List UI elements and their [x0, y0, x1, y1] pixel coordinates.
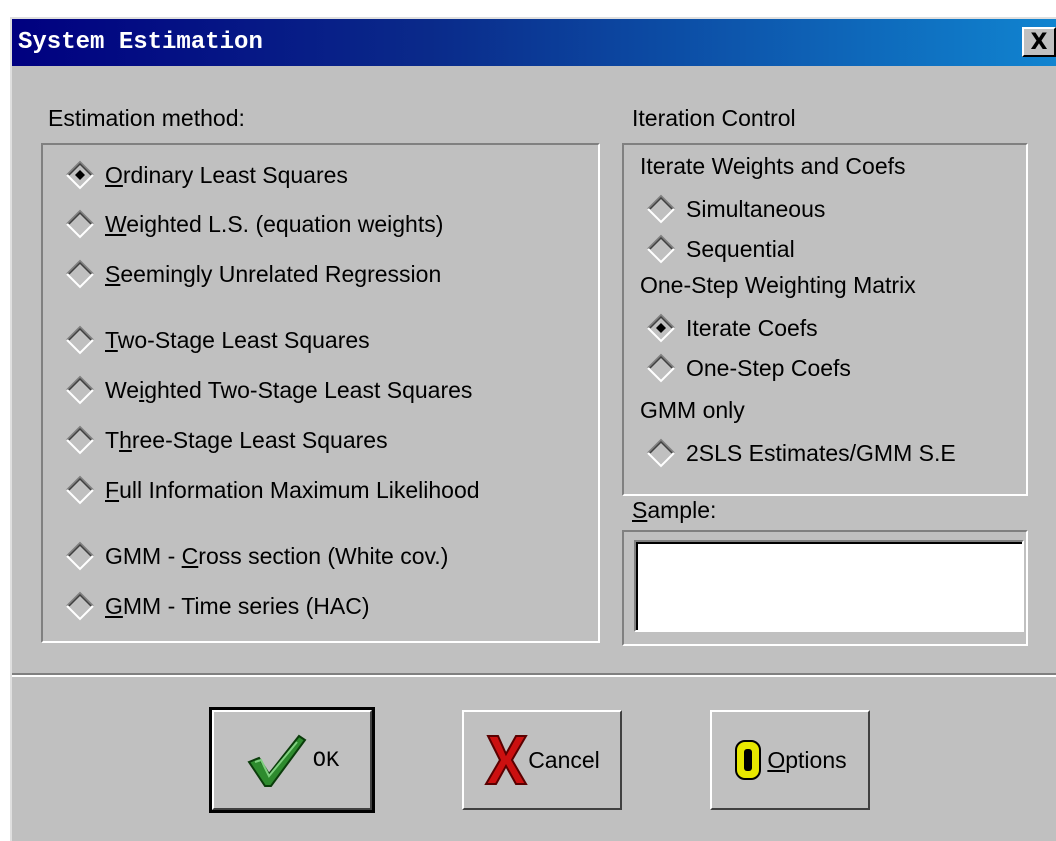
- one-step-matrix-label: One-Step Weighting Matrix: [640, 272, 916, 298]
- options-button[interactable]: Options: [710, 710, 870, 810]
- estimation-option[interactable]: Three-Stage Least Squares: [65, 425, 388, 455]
- radio-diamond-icon[interactable]: [646, 353, 676, 383]
- radio-diamond-icon[interactable]: [65, 160, 95, 190]
- x-icon: [484, 732, 528, 788]
- estimation-option[interactable]: GMM - Cross section (White cov.): [65, 541, 448, 571]
- cancel-button[interactable]: Cancel: [462, 710, 622, 810]
- iteration-option-label: 2SLS Estimates/GMM S.E: [686, 439, 956, 466]
- radio-diamond-icon[interactable]: [65, 259, 95, 289]
- radio-diamond-icon[interactable]: [646, 438, 676, 468]
- estimation-option-label: GMM - Cross section (White cov.): [105, 542, 449, 569]
- radio-diamond-icon[interactable]: [646, 194, 676, 224]
- iteration-option[interactable]: Iterate Coefs: [646, 313, 818, 343]
- sample-label: Sample:: [632, 497, 717, 523]
- sample-input[interactable]: [634, 540, 1024, 632]
- ok-button[interactable]: OK: [209, 707, 375, 813]
- iteration-control-label: Iteration Control: [632, 105, 796, 131]
- radio-diamond-icon[interactable]: [646, 234, 676, 264]
- iteration-option-label: One-Step Coefs: [686, 354, 851, 381]
- radio-diamond-icon[interactable]: [646, 313, 676, 343]
- iteration-option[interactable]: Sequential: [646, 234, 795, 264]
- o-icon: [733, 738, 763, 782]
- estimation-option-label: Seemingly Unrelated Regression: [105, 260, 442, 287]
- iteration-option[interactable]: One-Step Coefs: [646, 353, 851, 383]
- estimation-method-label: Estimation method:: [48, 105, 245, 131]
- estimation-option[interactable]: Full Information Maximum Likelihood: [65, 475, 480, 505]
- iteration-option[interactable]: Simultaneous: [646, 194, 825, 224]
- radio-diamond-icon[interactable]: [65, 591, 95, 621]
- close-icon: X: [1030, 29, 1048, 55]
- checkmark-icon: [245, 732, 309, 788]
- estimation-option-label: Weighted L.S. (equation weights): [105, 210, 444, 237]
- cancel-label: Cancel: [528, 746, 600, 773]
- options-label: Options: [767, 746, 847, 773]
- estimation-option[interactable]: Seemingly Unrelated Regression: [65, 259, 441, 289]
- radio-diamond-icon[interactable]: [65, 325, 95, 355]
- window-title: System Estimation: [18, 29, 263, 56]
- estimation-option[interactable]: Two-Stage Least Squares: [65, 325, 370, 355]
- iterate-weights-label: Iterate Weights and Coefs: [640, 153, 906, 179]
- radio-diamond-icon[interactable]: [65, 541, 95, 571]
- estimation-option[interactable]: Weighted L.S. (equation weights): [65, 209, 443, 239]
- estimation-option[interactable]: Ordinary Least Squares: [65, 160, 348, 190]
- estimation-option-label: Ordinary Least Squares: [105, 161, 348, 188]
- gmm-only-label: GMM only: [640, 397, 745, 423]
- iteration-option[interactable]: 2SLS Estimates/GMM S.E: [646, 438, 956, 468]
- estimation-option-label: Full Information Maximum Likelihood: [105, 476, 480, 503]
- radio-diamond-icon[interactable]: [65, 209, 95, 239]
- estimation-option[interactable]: Weighted Two-Stage Least Squares: [65, 375, 472, 405]
- ok-label: OK: [312, 747, 340, 773]
- close-button[interactable]: X: [1022, 27, 1056, 57]
- estimation-option-label: Weighted Two-Stage Least Squares: [105, 376, 473, 403]
- estimation-option-label: Two-Stage Least Squares: [105, 326, 370, 353]
- estimation-option-label: GMM - Time series (HAC): [105, 592, 370, 619]
- iteration-option-label: Iterate Coefs: [686, 314, 818, 341]
- estimation-option-label: Three-Stage Least Squares: [105, 426, 388, 453]
- title-bar[interactable]: System Estimation X: [12, 19, 1056, 66]
- system-estimation-dialog: System Estimation X Estimation method: O…: [10, 17, 1056, 841]
- radio-diamond-icon[interactable]: [65, 425, 95, 455]
- separator: [12, 673, 1056, 677]
- iteration-option-label: Simultaneous: [686, 195, 826, 222]
- radio-diamond-icon[interactable]: [65, 475, 95, 505]
- iteration-option-label: Sequential: [686, 235, 795, 262]
- radio-diamond-icon[interactable]: [65, 375, 95, 405]
- estimation-option[interactable]: GMM - Time series (HAC): [65, 591, 370, 621]
